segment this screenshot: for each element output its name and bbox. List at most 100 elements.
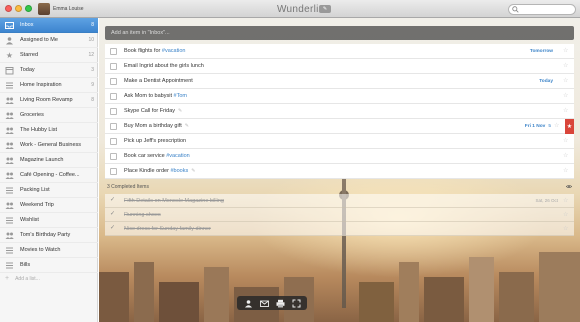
task-title: Pick up Jeff's prescription (124, 138, 187, 144)
task-row[interactable]: Buy Mom a birthday gift ✎ Fri 1 Nov 5 ☆ ★ (105, 119, 574, 134)
task-text[interactable]: Skype Call for Friday ✎ (124, 108, 563, 114)
task-checkbox[interactable] (110, 62, 117, 70)
sidebar-item-hubby-list[interactable]: The Hubby List (0, 123, 98, 138)
task-row[interactable]: Make a Dentist Appointment Today ☆ (105, 74, 574, 89)
sidebar-item-assigned[interactable]: Assigned to Me 10 (0, 33, 98, 48)
task-text[interactable]: Make a Dentist Appointment (124, 78, 539, 84)
sidebar-item-inbox[interactable]: Inbox 8 (0, 18, 98, 33)
sidebar-item-groceries[interactable]: Groceries (0, 108, 98, 123)
completed-task-row[interactable]: ✓ Fifth Details on Monocle Magazine bill… (105, 194, 574, 208)
zoom-window-button[interactable] (25, 5, 32, 12)
star-icon[interactable]: ☆ (563, 63, 569, 69)
print-icon[interactable] (276, 299, 285, 308)
sidebar-item-label: Assigned to Me (20, 37, 58, 43)
sidebar-item-label: The Hubby List (20, 127, 57, 133)
close-window-button[interactable] (5, 5, 12, 12)
task-row[interactable]: Skype Call for Friday ✎ ☆ (105, 104, 574, 119)
task-due-date: Fri 1 Nov (524, 123, 546, 129)
share-icon[interactable] (244, 299, 253, 308)
sidebar-item-starred[interactable]: ★ Starred 12 (0, 48, 98, 63)
star-icon[interactable]: ☆ (563, 212, 569, 218)
sidebar-item-count: 8 (91, 97, 94, 103)
task-subtask-count: 5 (548, 123, 551, 129)
sidebar-item-work[interactable]: Work - General Business (0, 138, 98, 153)
task-row[interactable]: Place Kindle order #books ✎ ☆ (105, 164, 574, 179)
minimize-window-button[interactable] (15, 5, 22, 12)
task-checkbox[interactable] (110, 167, 117, 175)
task-row[interactable]: Pick up Jeff's prescription ☆ (105, 134, 574, 149)
checkmark-icon[interactable]: ✓ (110, 225, 117, 232)
task-hashtag[interactable]: #vacation (162, 48, 186, 54)
sidebar-item-packing[interactable]: Packing List (0, 183, 98, 198)
fullscreen-icon[interactable] (292, 299, 301, 308)
task-checkbox[interactable] (110, 47, 117, 55)
star-icon[interactable]: ☆ (563, 78, 569, 84)
task-checkbox[interactable] (110, 122, 117, 130)
task-text[interactable]: Ask Mom to babysit #Tom (124, 93, 563, 99)
user-avatar[interactable] (38, 3, 50, 15)
add-item-input[interactable]: Add an item in "Inbox"... (105, 26, 574, 40)
task-row[interactable]: Book car service #vacation ☆ (105, 149, 574, 164)
task-checkbox[interactable] (110, 152, 117, 160)
task-hashtag[interactable]: #books (170, 168, 188, 174)
sidebar-item-wishlist[interactable]: Wishlist (0, 213, 98, 228)
completed-task-text[interactable]: Nice dress for Sunday family dinner (124, 226, 563, 232)
star-icon[interactable]: ☆ (554, 123, 560, 129)
sidebar-item-label: Bills (20, 262, 31, 268)
star-icon[interactable]: ☆ (563, 48, 569, 54)
task-checkbox[interactable] (110, 107, 117, 115)
completed-task-text[interactable]: Fifth Details on Monocle Magazine billin… (124, 198, 535, 204)
checkmark-icon[interactable]: ✓ (110, 197, 117, 204)
task-row[interactable]: Book flights for #vacation Tomorrow ☆ (105, 44, 574, 59)
task-checkbox[interactable] (110, 92, 117, 100)
star-icon[interactable]: ☆ (563, 108, 569, 114)
task-hashtag[interactable]: #Tom (174, 93, 187, 99)
sidebar-item-bills[interactable]: Bills (0, 258, 98, 273)
sidebar-item-movies[interactable]: Movies to Watch (0, 243, 98, 258)
notes-badge-icon[interactable]: ✎ (319, 5, 331, 13)
sidebar-item-label: Tom's Birthday Party (20, 232, 71, 238)
completed-task-row[interactable]: ✓ Running shoes ☆ (105, 208, 574, 222)
task-checkbox[interactable] (110, 137, 117, 145)
sidebar-item-weekend[interactable]: Weekend Trip (0, 198, 98, 213)
task-text[interactable]: Book car service #vacation (124, 153, 563, 159)
completed-task-text[interactable]: Running shoes (124, 212, 563, 218)
star-icon[interactable]: ☆ (563, 153, 569, 159)
sidebar-item-label: Café Opening - Coffee... (20, 172, 80, 178)
mail-icon[interactable] (259, 299, 269, 308)
calendar-icon (5, 66, 14, 75)
window-controls (5, 5, 32, 12)
completed-items-toggle[interactable]: 3 Completed Items (105, 181, 574, 193)
star-icon[interactable]: ☆ (563, 198, 569, 204)
user-name[interactable]: Emma Louise (53, 6, 84, 12)
task-title: Skype Call for Friday (124, 108, 176, 114)
task-text[interactable]: Pick up Jeff's prescription (124, 138, 563, 144)
task-text[interactable]: Book flights for #vacation (124, 48, 530, 54)
star-icon[interactable]: ☆ (563, 93, 569, 99)
task-row[interactable]: Ask Mom to babysit #Tom ☆ (105, 89, 574, 104)
task-title: Make a Dentist Appointment (124, 78, 193, 84)
completed-task-row[interactable]: ✓ Nice dress for Sunday family dinner ☆ (105, 222, 574, 236)
sidebar-item-toms-birthday[interactable]: Tom's Birthday Party (0, 228, 98, 243)
star-icon[interactable]: ☆ (563, 168, 569, 174)
task-text[interactable]: Buy Mom a birthday gift ✎ (124, 123, 525, 129)
task-text[interactable]: Place Kindle order #books ✎ (124, 168, 563, 174)
task-title: Buy Mom a birthday gift (124, 123, 182, 129)
task-text[interactable]: Email Ingrid about the girls lunch (124, 63, 563, 69)
add-list-button[interactable]: + Add a list... (5, 275, 40, 282)
task-row[interactable]: Email Ingrid about the girls lunch ☆ (105, 59, 574, 74)
search-field[interactable] (508, 4, 576, 15)
sidebar-item-home-inspiration[interactable]: Home Inspiration 9 (0, 78, 98, 93)
sidebar-item-cafe[interactable]: Café Opening - Coffee... (0, 168, 98, 183)
starred-flag-icon[interactable]: ★ (565, 119, 574, 134)
star-icon[interactable]: ☆ (563, 226, 569, 232)
eye-icon[interactable] (566, 184, 572, 189)
star-icon[interactable]: ☆ (563, 138, 569, 144)
sidebar-item-living-room[interactable]: Living Room Revamp 8 (0, 93, 98, 108)
task-checkbox[interactable] (110, 77, 117, 85)
sidebar-item-today[interactable]: Today 3 (0, 63, 98, 78)
sidebar-item-label: Magazine Launch (20, 157, 64, 163)
task-hashtag[interactable]: #vacation (166, 153, 190, 159)
sidebar-item-magazine[interactable]: Magazine Launch (0, 153, 98, 168)
checkmark-icon[interactable]: ✓ (110, 211, 117, 218)
